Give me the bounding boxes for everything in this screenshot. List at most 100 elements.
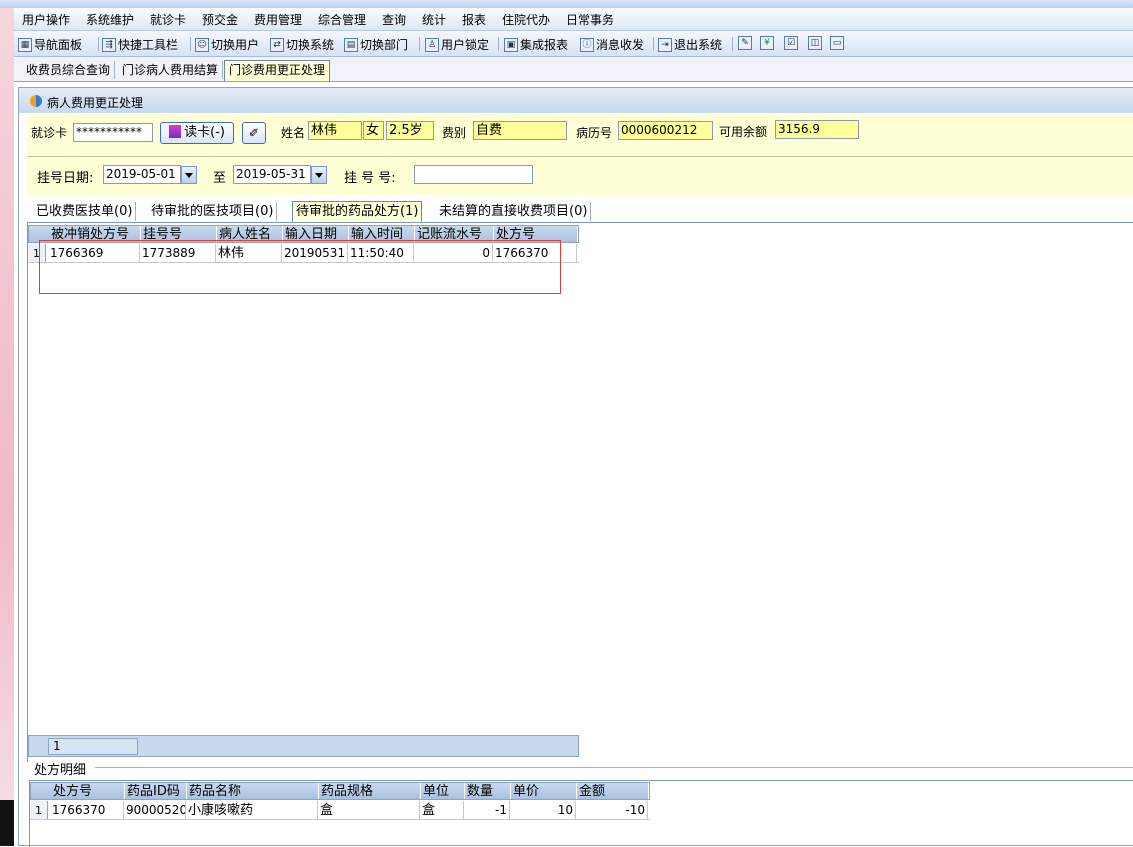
messages-button[interactable]: ⓘ 消息收发: [580, 36, 644, 53]
checkbox-icon: ☑: [784, 36, 798, 50]
detail-cell-drug-spec[interactable]: 盒: [318, 801, 420, 819]
menu-statistics[interactable]: 统计: [422, 11, 446, 28]
reg-no-label: 挂 号 号:: [344, 171, 396, 186]
menu-fee-manage[interactable]: 费用管理: [254, 11, 302, 28]
date-to-field[interactable]: 2019-05-31: [233, 165, 311, 184]
desktop-strip-dark: [0, 800, 14, 846]
detail-col-drug-name[interactable]: 药品名称: [187, 783, 319, 799]
window-tool-button[interactable]: ▭: [830, 36, 844, 50]
detail-col-unit[interactable]: 单位: [421, 783, 465, 799]
date-from-field[interactable]: 2019-05-01: [103, 165, 181, 184]
tab-pending-prescriptions[interactable]: 待审批的药品处方(1): [292, 201, 423, 222]
detail-cell-quantity[interactable]: -1: [464, 801, 510, 819]
tab-charged-exams[interactable]: 已收费医技单(0): [33, 202, 137, 221]
fee-type-label: 费别: [442, 126, 467, 140]
pencil-icon: ✎: [738, 36, 752, 50]
panel-title: 病人费用更正处理: [47, 96, 144, 110]
grid-row-count: 1: [48, 738, 138, 755]
detail-col-drug-id[interactable]: 药品ID码: [125, 783, 187, 799]
detail-row[interactable]: 1 1766370 90000520: 小康咳嗽药 盒 盒 -1 10 -10: [30, 801, 650, 820]
desktop-strip: [0, 8, 14, 846]
menu-visit-card[interactable]: 就诊卡: [150, 11, 186, 28]
switch-user-button[interactable]: ☺ 切换用户: [195, 36, 259, 53]
tab-unsettled-items[interactable]: 未结算的直接收费项目(0): [436, 202, 592, 221]
detail-cell-unit[interactable]: 盒: [420, 801, 464, 819]
message-icon: ⓘ: [580, 37, 594, 52]
exit-system-button[interactable]: ⇥ 退出系统: [658, 36, 722, 53]
card-label: 就诊卡: [31, 126, 68, 140]
broom-icon: ✐: [248, 126, 260, 140]
user-lock-button[interactable]: ♙ 用户锁定: [425, 36, 489, 53]
name-field[interactable]: 林伟: [308, 121, 362, 140]
switch-dept-label: 切换部门: [360, 38, 409, 52]
currency-tool-button[interactable]: ¥: [760, 36, 774, 50]
menu-user-ops[interactable]: 用户操作: [22, 11, 70, 28]
menu-bar: 用户操作 系统维护 就诊卡 预交金 费用管理 综合管理 查询 统计 报表 住院代…: [14, 8, 1133, 31]
sub-tabstrip: 已收费医技单(0) 待审批的医技项目(0) 待审批的药品处方(1) 未结算的直接…: [27, 200, 1133, 223]
nav-panel-label: 导航面板: [34, 38, 83, 52]
fee-type-field[interactable]: 自费: [473, 121, 567, 140]
menu-query[interactable]: 查询: [382, 11, 406, 28]
tab-cashier-query[interactable]: 收费员综合查询: [22, 61, 116, 79]
columns-tool-button[interactable]: ◫: [808, 36, 822, 50]
window-titlebar: [0, 0, 1133, 8]
detail-col-unit-price[interactable]: 单价: [511, 783, 577, 799]
date-to-dropdown[interactable]: [311, 166, 327, 184]
columns-icon: ◫: [808, 36, 822, 50]
detail-row-indicator: 1: [30, 801, 48, 819]
prescription-grid: [27, 222, 1133, 762]
integrated-report-label: 集成报表: [520, 38, 569, 52]
date-from-dropdown[interactable]: [181, 166, 197, 184]
detail-cell-rx-no[interactable]: 1766370: [50, 801, 124, 819]
name-label: 姓名: [281, 126, 306, 140]
detail-cell-amount[interactable]: -10: [576, 801, 648, 819]
detail-col-drug-spec[interactable]: 药品规格: [319, 783, 421, 799]
age-field[interactable]: 2.5岁: [386, 121, 434, 140]
record-no-field[interactable]: 0000600212: [618, 121, 713, 140]
balance-field[interactable]: 3156.9: [775, 120, 859, 139]
read-card-label: 读卡(-): [184, 125, 225, 140]
exit-icon: ⇥: [658, 37, 672, 52]
main-tabstrip: 收费员综合查询 门诊病人费用结算 门诊费用更正处理: [14, 57, 1133, 82]
users-icon: ☺: [195, 37, 209, 52]
department-icon: ▤: [344, 37, 358, 52]
exit-system-label: 退出系统: [674, 38, 723, 52]
detail-cell-drug-id[interactable]: 90000520:: [124, 801, 186, 819]
card-number-field[interactable]: ***********: [73, 123, 153, 142]
menu-inpatient-agent[interactable]: 住院代办: [502, 11, 550, 28]
switch-system-button[interactable]: ⇄ 切换系统: [270, 36, 334, 53]
detail-group-title: 处方明细: [33, 759, 88, 778]
checkbox-tool-button[interactable]: ☑: [784, 36, 798, 50]
detail-col-rx-no[interactable]: 处方号: [51, 783, 125, 799]
switch-dept-button[interactable]: ▤ 切换部门: [344, 36, 408, 53]
read-card-button[interactable]: 读卡(-): [160, 122, 234, 144]
reg-no-field[interactable]: [414, 165, 533, 184]
nav-panel-button[interactable]: ▦ 导航面板: [18, 36, 82, 53]
quick-toolbar-label: 快捷工具栏: [118, 38, 179, 52]
detail-cell-drug-name[interactable]: 小康咳嗽药: [186, 801, 318, 819]
clear-button[interactable]: ✐: [242, 122, 266, 144]
card-reader-icon: [169, 125, 182, 138]
tab-outpatient-settlement[interactable]: 门诊病人费用结算: [118, 61, 224, 79]
report-icon: ▣: [504, 37, 518, 52]
tab-pending-exams[interactable]: 待审批的医技项目(0): [148, 202, 278, 221]
detail-cell-unit-price[interactable]: 10: [510, 801, 576, 819]
detail-col-amount[interactable]: 金额: [577, 783, 649, 799]
tab-fee-correction[interactable]: 门诊费用更正处理: [224, 60, 331, 81]
menu-reports[interactable]: 报表: [462, 11, 486, 28]
menu-system-maint[interactable]: 系统维护: [86, 11, 134, 28]
integrated-report-button[interactable]: ▣ 集成报表: [504, 36, 568, 53]
menu-general-manage[interactable]: 综合管理: [318, 11, 366, 28]
switch-icon: ⇄: [270, 37, 284, 52]
panel-logo-icon: [30, 95, 42, 107]
edit-tool-button[interactable]: ✎: [738, 36, 752, 50]
filter-bar: 挂号日期: 2019-05-01 至 2019-05-31 挂 号 号:: [27, 157, 1133, 195]
toolbar: ▦ 导航面板 ⇶ 快捷工具栏 ☺ 切换用户 ⇄ 切换系统 ▤ 切换部门 ♙ 用户锁定 ▣ 集成…: [14, 31, 1133, 57]
sex-field[interactable]: 女: [363, 121, 384, 140]
detail-col-quantity[interactable]: 数量: [465, 783, 511, 799]
quick-toolbar-button[interactable]: ⇶ 快捷工具栏: [102, 36, 178, 53]
menu-daily-affairs[interactable]: 日常事务: [566, 11, 614, 28]
menu-prepay[interactable]: 预交金: [202, 11, 238, 28]
record-no-label: 病历号: [576, 126, 613, 140]
detail-grid-header: 处方号 药品ID码 药品名称 药品规格 单位 数量 单价 金额: [30, 782, 650, 800]
